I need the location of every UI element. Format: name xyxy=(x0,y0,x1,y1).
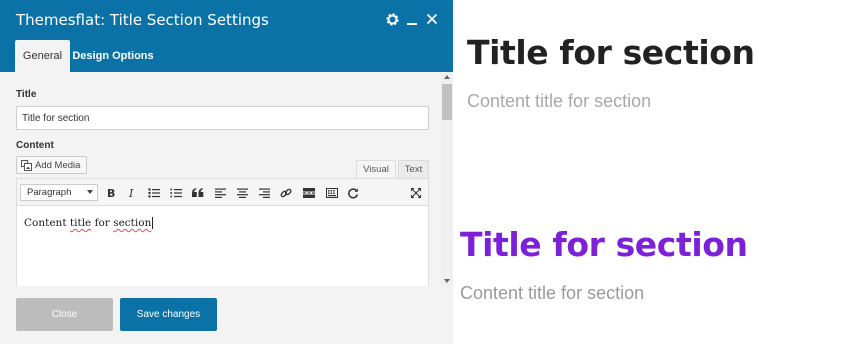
read-more-icon[interactable] xyxy=(300,184,318,201)
svg-text:I: I xyxy=(128,187,134,198)
save-changes-button[interactable]: Save changes xyxy=(120,298,217,331)
modal-header: Themesflat: Title Section Settings Gener… xyxy=(0,0,453,72)
close-button[interactable]: Close xyxy=(16,298,113,331)
toolbar-toggle-icon[interactable] xyxy=(323,184,341,201)
editor-content[interactable]: Content title for section xyxy=(24,217,154,229)
align-center-icon[interactable] xyxy=(233,184,251,201)
numbered-list-icon[interactable] xyxy=(167,184,185,201)
editor-toolbar: Paragraph B I xyxy=(17,179,428,206)
refresh-icon[interactable] xyxy=(344,184,362,201)
bullet-list-icon[interactable] xyxy=(145,184,163,201)
tab-text[interactable]: Text xyxy=(398,160,429,178)
svg-text:B: B xyxy=(107,187,115,198)
modal-title: Themesflat: Title Section Settings xyxy=(16,11,269,29)
scroll-down-icon[interactable] xyxy=(444,279,450,283)
preview-title-accent: Title for section xyxy=(460,225,748,264)
align-left-icon[interactable] xyxy=(211,184,229,201)
italic-icon[interactable]: I xyxy=(123,184,141,201)
modal-footer: Close Save changes xyxy=(0,286,453,344)
scrollbar-thumb[interactable] xyxy=(442,84,452,120)
minimize-icon[interactable] xyxy=(404,10,420,28)
content-word-misspelled: title xyxy=(69,217,92,229)
add-media-button[interactable]: Add Media xyxy=(16,156,87,174)
content-editor: Paragraph B I Content title for section xyxy=(16,178,429,286)
link-icon[interactable] xyxy=(277,184,295,201)
text-cursor xyxy=(152,217,154,229)
chevron-down-icon xyxy=(87,190,93,194)
content-word: Content xyxy=(24,217,67,229)
modal-scrollbar[interactable] xyxy=(441,72,453,286)
title-field-label: Title xyxy=(16,89,37,100)
tab-general[interactable]: General xyxy=(15,40,70,72)
content-field-label: Content xyxy=(16,140,54,151)
title-input[interactable] xyxy=(16,106,429,130)
content-word-misspelled: section xyxy=(113,217,152,229)
preview-subtitle: Content title for section xyxy=(467,91,652,111)
add-media-label: Add Media xyxy=(35,159,81,171)
format-select[interactable]: Paragraph xyxy=(20,184,98,201)
tab-visual[interactable]: Visual xyxy=(356,160,396,178)
close-icon[interactable] xyxy=(424,10,440,28)
preview-subtitle: Content title for section xyxy=(460,283,645,303)
format-select-value: Paragraph xyxy=(27,187,72,198)
scroll-up-icon[interactable] xyxy=(444,75,450,79)
settings-modal: Themesflat: Title Section Settings Gener… xyxy=(0,0,453,344)
preview-title: Title for section xyxy=(467,33,755,72)
content-word: for xyxy=(94,217,110,229)
modal-body: Title Content Add Media Visual Text Para… xyxy=(0,72,453,286)
align-right-icon[interactable] xyxy=(255,184,273,201)
blockquote-icon[interactable] xyxy=(189,184,207,201)
bold-icon[interactable]: B xyxy=(102,184,120,201)
fullscreen-icon[interactable] xyxy=(407,184,425,201)
media-icon xyxy=(21,159,32,171)
tab-design-options[interactable]: Design Options xyxy=(72,40,154,72)
gear-icon[interactable] xyxy=(384,10,400,28)
